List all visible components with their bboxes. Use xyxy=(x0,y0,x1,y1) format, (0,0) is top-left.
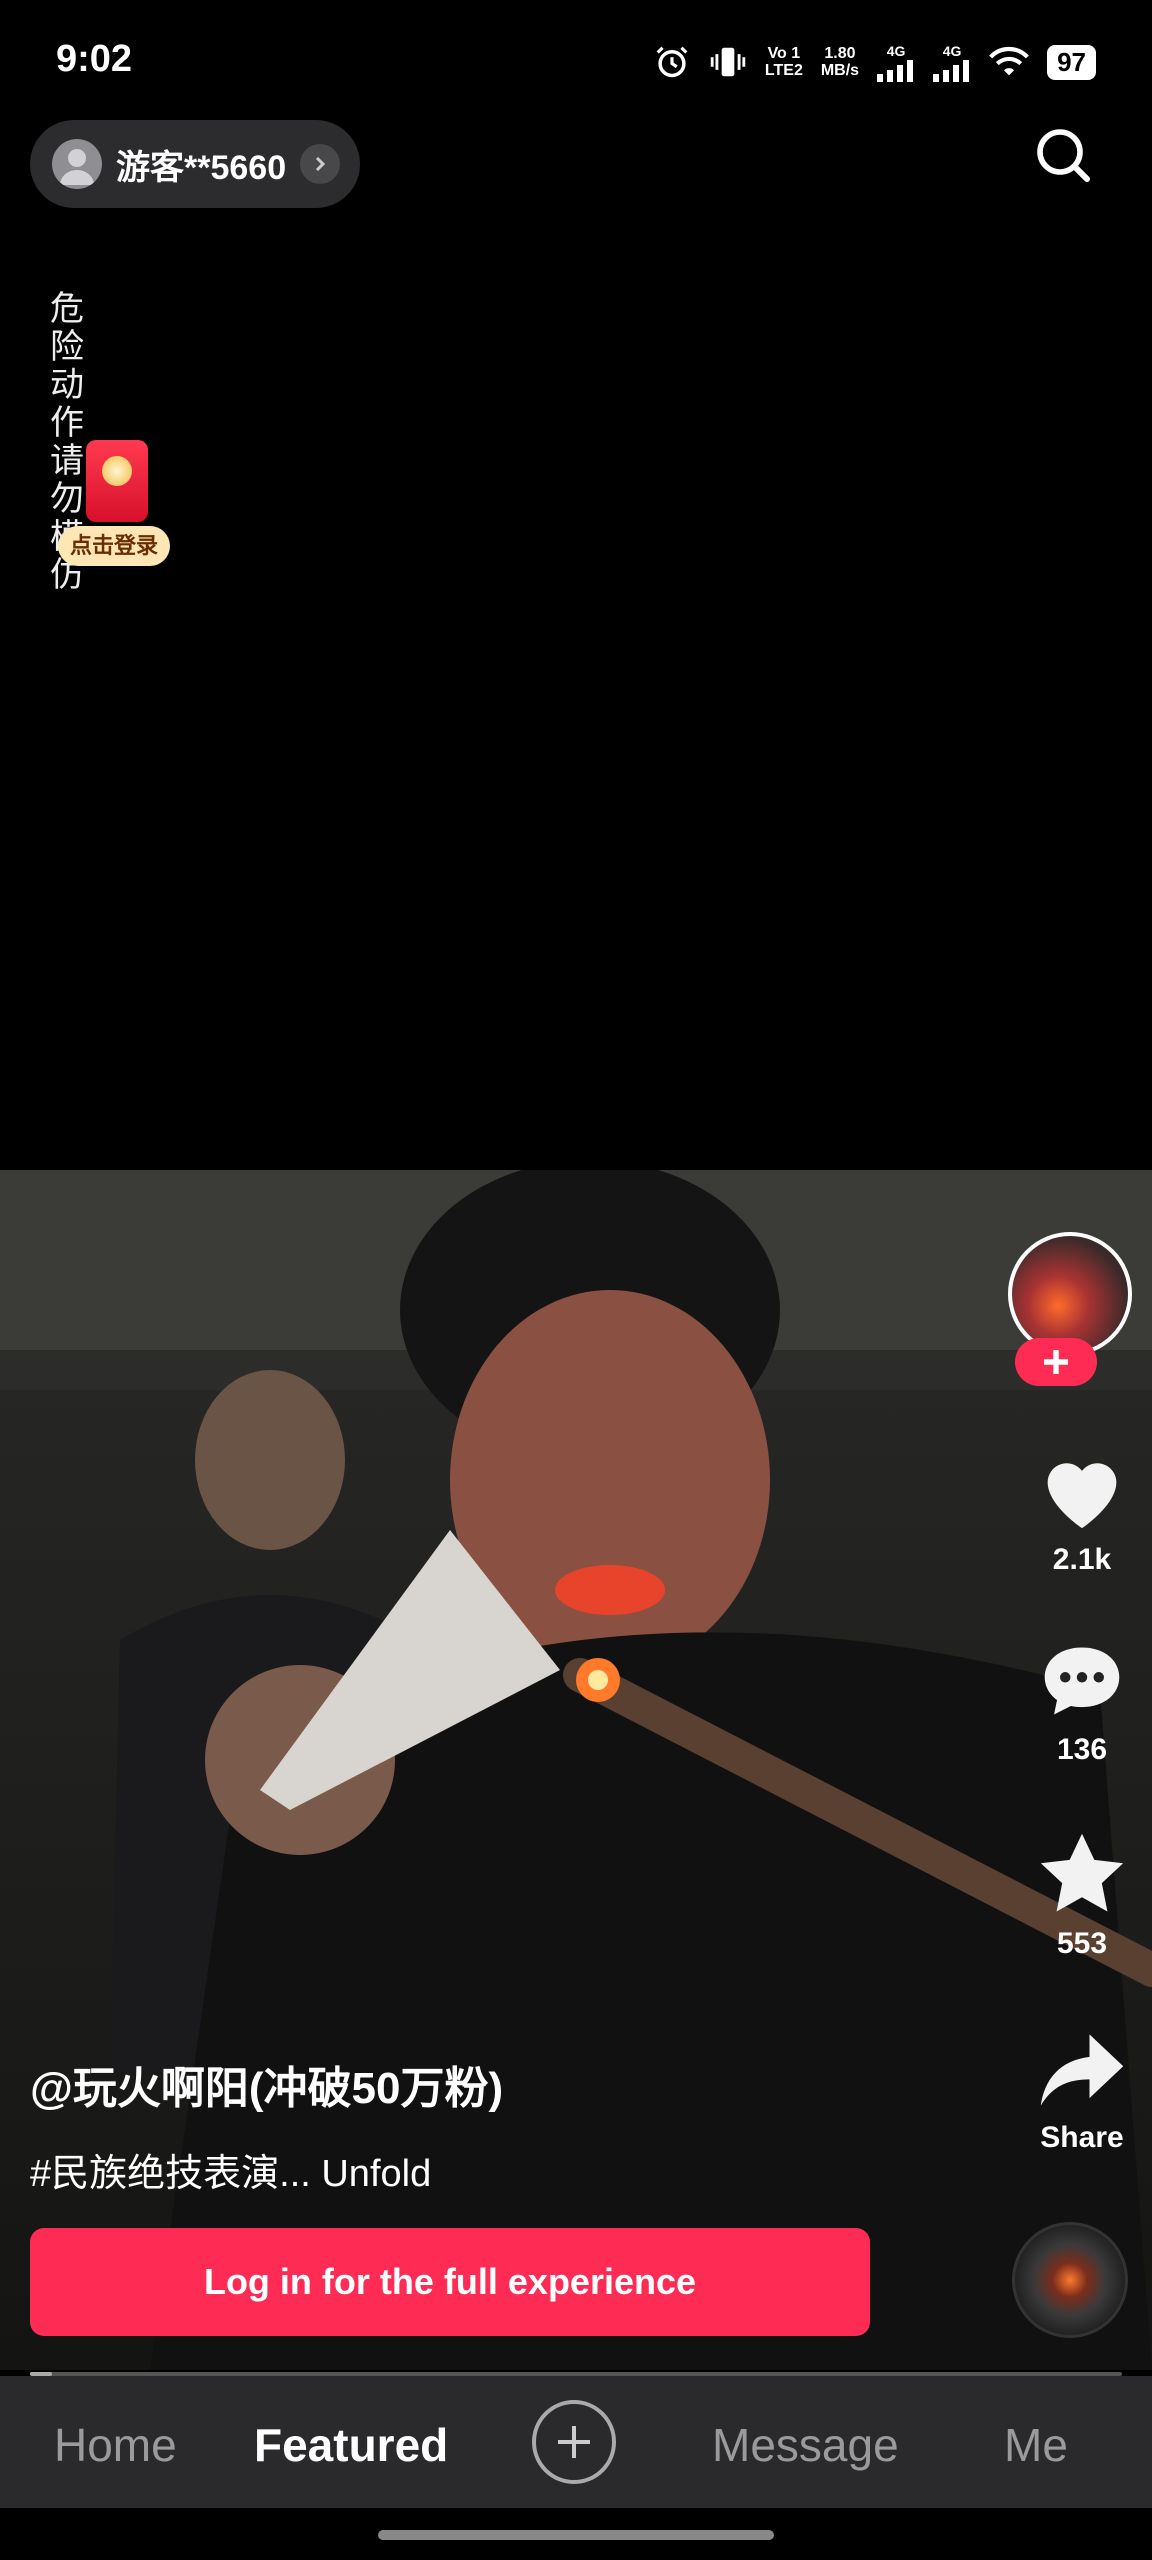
like-button[interactable]: 2.1k xyxy=(1030,1448,1134,1577)
star-icon xyxy=(1040,1833,1124,1912)
person-icon xyxy=(60,149,94,185)
chevron-right-icon xyxy=(300,144,341,184)
volte-indicator: Vo 1 LTE2 xyxy=(764,45,803,79)
net-speed: 1.80 MB/s xyxy=(820,45,860,79)
share-button[interactable]: Share xyxy=(1030,2030,1134,2155)
share-arrow-icon xyxy=(1040,2034,1124,2106)
search-icon xyxy=(1037,129,1090,182)
nav-featured[interactable]: Featured xyxy=(254,2418,448,2472)
favorite-count: 553 xyxy=(1056,1927,1108,1960)
guest-username: 游客**5660 xyxy=(116,148,287,187)
login-button[interactable]: Log in for the full experience xyxy=(30,2228,870,2336)
red-packet-button[interactable]: 点击登录 xyxy=(58,420,180,570)
vibrate-icon xyxy=(710,47,746,77)
favorite-button[interactable]: 553 xyxy=(1030,1830,1134,1961)
signal-sim2: 4G xyxy=(933,43,971,82)
signal-sim1: 4G xyxy=(877,43,915,82)
alarm-icon xyxy=(656,46,688,78)
status-icons: Vo 1 LTE2 1.80 MB/s 4G 4G 97 xyxy=(653,40,1096,84)
signal-bars-icon xyxy=(933,59,970,82)
comment-button[interactable]: 136 xyxy=(1030,1640,1134,1767)
signal-bars-icon xyxy=(877,59,914,82)
battery-indicator: 97 xyxy=(1047,44,1096,80)
search-button[interactable] xyxy=(1034,126,1094,186)
red-packet-login-label: 点击登录 xyxy=(58,526,170,566)
comment-count: 136 xyxy=(1056,1733,1108,1766)
nav-me[interactable]: Me xyxy=(1004,2418,1068,2472)
create-button[interactable] xyxy=(532,2400,616,2484)
comment-icon xyxy=(1044,1647,1120,1715)
home-indicator[interactable] xyxy=(378,2530,774,2540)
nav-home[interactable]: Home xyxy=(54,2418,177,2472)
heart-icon xyxy=(1047,1463,1117,1529)
wifi-icon xyxy=(989,46,1029,76)
guest-account-pill[interactable]: 游客**5660 xyxy=(30,120,360,208)
red-envelope-icon xyxy=(86,440,148,522)
author-handle[interactable]: @玩火啊阳(冲破50万粉) xyxy=(30,2052,503,2116)
plus-icon xyxy=(1044,1350,1068,1374)
share-label: Share xyxy=(1040,2121,1124,2154)
music-disc[interactable] xyxy=(1012,2222,1128,2338)
bottom-nav: Home Featured Message Me xyxy=(0,2376,1152,2508)
status-bar: 9:02 Vo 1 LTE2 1.80 MB/s 4G 4G 97 xyxy=(0,0,1152,120)
status-time: 9:02 xyxy=(56,38,133,80)
nav-message[interactable]: Message xyxy=(712,2418,899,2472)
plus-icon xyxy=(558,2426,590,2458)
follow-button[interactable] xyxy=(1015,1338,1097,1386)
avatar xyxy=(52,139,102,189)
like-count: 2.1k xyxy=(1052,1543,1112,1576)
video-caption[interactable]: #民族绝技表演... Unfold xyxy=(30,2142,431,2197)
